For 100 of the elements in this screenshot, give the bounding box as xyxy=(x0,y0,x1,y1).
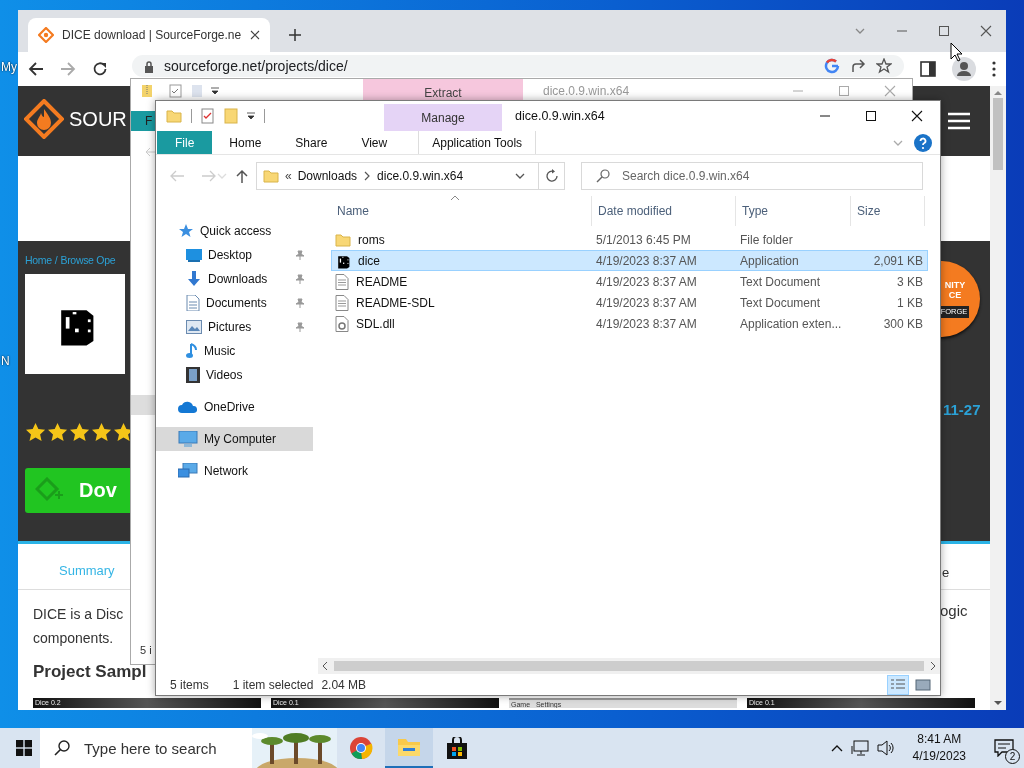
address-bar[interactable]: sourceforge.net/projects/dice/ xyxy=(132,55,904,77)
nav-item[interactable]: OneDrive xyxy=(156,395,313,419)
side-panel-icon[interactable] xyxy=(920,61,936,77)
reload-icon[interactable] xyxy=(92,61,108,77)
separator-chevron-icon[interactable] xyxy=(363,170,372,182)
horizontal-scrollbar[interactable] xyxy=(318,658,940,674)
network-icon[interactable] xyxy=(850,740,869,756)
window-title: dice.0.9.win.x64 xyxy=(543,84,630,98)
dropdown-icon[interactable] xyxy=(211,87,219,95)
search-icon xyxy=(54,740,70,756)
clock[interactable]: 8:41 AM 4/19/2023 xyxy=(902,731,976,765)
column-header[interactable]: Name xyxy=(331,196,592,226)
ribbon-tab[interactable]: Home xyxy=(212,131,279,154)
path-segment[interactable]: Downloads xyxy=(297,169,358,183)
gear-file-icon xyxy=(335,315,349,332)
address-bar[interactable]: « Downloads dice.0.9.win.x64 xyxy=(256,162,539,190)
path-segment[interactable]: dice.0.9.win.x64 xyxy=(377,169,464,183)
details-view-icon[interactable] xyxy=(887,674,909,695)
show-hidden-icons-icon[interactable] xyxy=(830,744,843,752)
nav-item[interactable]: Music xyxy=(156,339,313,363)
flame-diamond-logo-icon xyxy=(24,99,64,139)
star-icon xyxy=(25,422,46,443)
g-logo-icon[interactable] xyxy=(824,58,840,74)
maximize-icon[interactable] xyxy=(865,110,877,122)
volume-icon[interactable] xyxy=(876,740,895,756)
file-row[interactable]: dice 4/19/2023 8:37 AM Application 2,091 KB xyxy=(331,250,928,271)
dropdown-icon[interactable] xyxy=(247,112,255,120)
nav-item[interactable]: Network xyxy=(156,459,313,483)
hamburger-menu-icon[interactable] xyxy=(948,112,970,130)
back-icon[interactable] xyxy=(28,61,44,77)
properties-icon[interactable] xyxy=(201,108,215,124)
row-highlight xyxy=(131,395,155,415)
star-icon xyxy=(178,223,194,239)
scroll-up-icon[interactable] xyxy=(994,90,1002,96)
network-icon xyxy=(178,463,198,479)
logo-text: SOUR xyxy=(69,107,127,131)
breadcrumb-link[interactable]: Home xyxy=(25,254,52,266)
column-header[interactable]: Type xyxy=(736,196,851,226)
refresh-icon[interactable] xyxy=(544,169,559,183)
size-cell-text: 2,091 KB xyxy=(872,253,924,268)
share-icon[interactable] xyxy=(850,58,866,74)
nav-item[interactable]: Pictures xyxy=(156,315,313,339)
notification-button[interactable]: 2 xyxy=(984,728,1024,768)
file-row[interactable]: SDL.dll 4/19/2023 8:37 AM Application exten... 300 KB xyxy=(331,313,928,334)
ribbon-tab[interactable]: F xyxy=(131,111,155,131)
scroll-left-icon[interactable] xyxy=(322,662,328,670)
file-row[interactable]: roms 5/1/2013 6:45 PM File folder xyxy=(331,229,928,250)
cloud-icon xyxy=(178,400,198,414)
download-arrow-icon xyxy=(186,271,202,287)
status-text: 1 item selected xyxy=(232,677,314,692)
context-tab[interactable]: Extract xyxy=(363,79,523,103)
context-tab[interactable]: Manage xyxy=(384,104,502,131)
nav-item[interactable]: Documents xyxy=(156,291,313,315)
shopping-bag-icon[interactable] xyxy=(446,737,468,759)
column-header[interactable]: Date modified xyxy=(592,196,736,226)
date-text: 11-27 xyxy=(943,401,982,418)
star-icon[interactable] xyxy=(876,58,892,74)
lock-icon xyxy=(144,59,154,73)
column-header[interactable]: Size xyxy=(851,196,925,226)
sort-ascending-icon[interactable] xyxy=(451,195,459,200)
nav-item[interactable]: Quick access xyxy=(156,219,313,243)
file-row[interactable]: README 4/19/2023 8:37 AM Text Document 3 KB xyxy=(331,271,928,292)
browser-app-icon[interactable] xyxy=(349,736,373,760)
scroll-down-icon[interactable] xyxy=(994,700,1002,706)
nav-item[interactable]: My Computer xyxy=(156,427,313,451)
start-icon[interactable] xyxy=(16,740,32,756)
ribbon-tab[interactable]: Application Tools xyxy=(418,131,537,154)
ribbon-tab[interactable]: View xyxy=(344,131,405,154)
nav-item[interactable]: Downloads xyxy=(156,267,313,291)
browser-tab[interactable]: DICE download | SourceForge.ne xyxy=(28,18,270,52)
properties-icon[interactable] xyxy=(169,84,183,98)
description-text: DICE is a Disc xyxy=(33,605,125,624)
file-row[interactable]: README-SDL 4/19/2023 8:37 AM Text Document 1 KB xyxy=(331,292,928,313)
file-name: roms xyxy=(358,232,385,247)
folder-app-icon[interactable] xyxy=(397,737,421,757)
menu-icon[interactable] xyxy=(992,61,996,77)
nav-item[interactable]: Desktop xyxy=(156,243,313,267)
up-icon[interactable] xyxy=(236,169,248,183)
taskbar-search-field[interactable]: Type here to search xyxy=(40,728,252,768)
overflow-indicator[interactable]: « xyxy=(285,169,292,183)
nav-item[interactable]: Videos xyxy=(156,363,313,387)
search-field[interactable]: Search dice.0.9.win.x64 xyxy=(581,162,923,190)
scrollbar[interactable] xyxy=(990,86,1006,710)
page-tab[interactable]: e xyxy=(942,565,950,580)
new-tab-icon[interactable] xyxy=(288,28,302,42)
search-icon xyxy=(596,169,610,183)
mouse-pointer-icon xyxy=(950,42,963,62)
diamond-logo-icon xyxy=(38,27,54,43)
star-icon xyxy=(91,422,112,443)
scroll-right-icon[interactable] xyxy=(930,662,936,670)
window-title: dice.0.9.win.x64 xyxy=(515,109,605,123)
ribbon-tab[interactable]: Share xyxy=(278,131,345,154)
breadcrumb-link[interactable]: Browse Ope xyxy=(60,254,116,266)
close-icon[interactable] xyxy=(911,110,923,122)
help-icon[interactable] xyxy=(914,133,932,152)
status-text: 2.04 MB xyxy=(321,677,367,692)
scroll-thumb[interactable] xyxy=(993,98,1003,170)
close-tab-icon[interactable] xyxy=(250,30,260,40)
text-file-icon xyxy=(335,294,349,311)
profile-icon[interactable] xyxy=(952,57,976,81)
